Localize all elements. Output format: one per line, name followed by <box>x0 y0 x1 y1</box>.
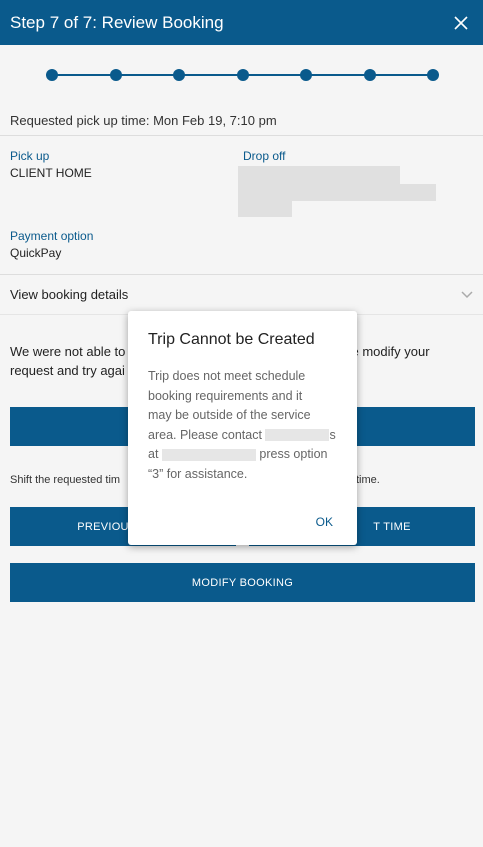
dialog-body: Trip does not meet schedule booking requ… <box>148 367 337 484</box>
dialog-line-5: at press option <box>148 445 337 465</box>
redacted-agency <box>265 429 330 442</box>
dialog-line-5b: press option <box>255 447 328 461</box>
dialog-line-4b: s <box>329 427 336 442</box>
dialog-line-6: “3” for assistance. <box>148 466 248 481</box>
dialog-line-2: booking requirements and it <box>148 388 303 403</box>
dialog-line-4: area. Please contact s <box>148 426 337 446</box>
dialog-line-3: may be outside of the service <box>148 408 311 422</box>
ok-button[interactable]: OK <box>316 515 333 529</box>
dialog-line-4a: area. Please contact <box>148 427 266 442</box>
dialog-line-1: Trip does not meet schedule <box>148 369 306 383</box>
error-dialog: Trip Cannot be Created Trip does not mee… <box>128 311 357 545</box>
redacted-phone <box>161 448 256 461</box>
dialog-line-5a: at <box>148 447 162 461</box>
dialog-title: Trip Cannot be Created <box>148 331 315 348</box>
